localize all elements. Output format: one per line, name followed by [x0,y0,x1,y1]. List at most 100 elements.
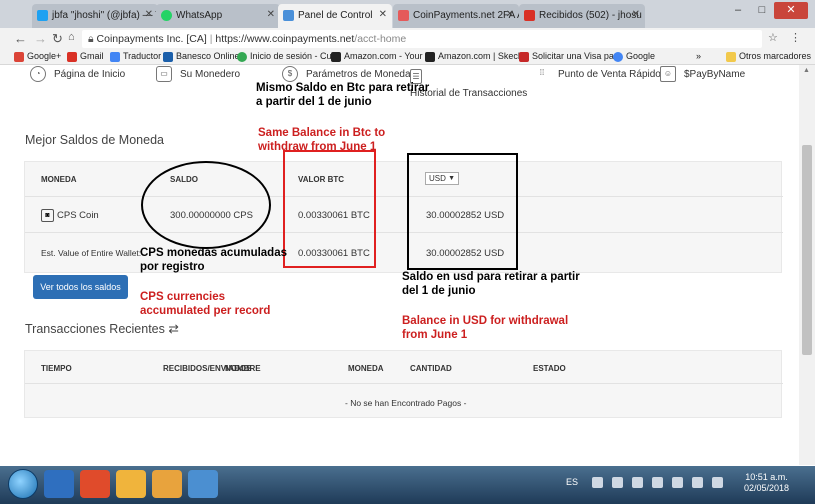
tab-gmail[interactable]: Recibidos (502) - jhosu ✕ [519,4,645,28]
nav-punto-de-venta[interactable]: ⁞⁞ Punto de Venta Rápido [540,68,661,80]
highlight-usd-box [407,153,518,270]
bookmark-otros-marcadores[interactable]: Otros marcadores [726,51,811,62]
highlight-btc-box [283,150,376,268]
col-moneda: MONEDA [41,175,77,184]
address-bar: ← → ↻ ⌂ 🔒︎ Coinpayments Inc. [CA] | http… [0,28,815,50]
amazon-icon [425,52,435,62]
url-host: https://www.coinpayments.net [215,33,355,45]
screen: jbfa "jhoshi" (@jbfa) — T ✕ WhatsApp ✕ P… [0,0,815,504]
cell-wallet-label: Est. Value of Entire Wallet: [41,248,142,258]
network-icon[interactable] [672,477,683,488]
battery-icon[interactable] [712,477,723,488]
col-cantidad: CANTIDAD [410,364,452,373]
highlight-cps-ellipse [141,161,271,249]
nav-su-monedero[interactable]: ▭ Su Monedero [156,66,240,82]
vertical-scrollbar[interactable]: ▲ [799,65,815,465]
tab-label: jbfa "jhoshi" (@jbfa) — T [52,10,158,21]
wallet-icon: ▭ [156,66,172,82]
bookmark-gmail[interactable]: Gmail [67,51,104,62]
lock-icon: 🔒︎ [88,33,94,45]
dashboard-icon: ◔ [30,66,46,82]
taskbar-app-chrome[interactable] [80,470,110,498]
nav-paybyname[interactable]: ☺ $PayByName [660,66,745,82]
bookmark-amazon-1[interactable]: Amazon.com - Your [331,51,423,62]
nav-pagina-de-inicio[interactable]: ◔ Página de Inicio [30,66,125,82]
row-divider [25,383,783,384]
tray-icon[interactable] [612,477,623,488]
bookmark-banesco[interactable]: Banesco Online [163,51,240,62]
bookmark-amazon-2[interactable]: Amazon.com | Skech [425,51,523,62]
volume-icon[interactable] [692,477,703,488]
coinpayments-icon [398,10,409,21]
clock-date: 02/05/2018 [743,483,789,493]
start-button[interactable] [8,469,38,499]
tab-whatsapp[interactable]: WhatsApp ✕ [156,4,280,28]
empty-state-text: - No se han Encontrado Pagos - [345,398,467,408]
browser-tab-strip: jbfa "jhoshi" (@jbfa) — T ✕ WhatsApp ✕ P… [0,0,815,28]
banesco-icon [163,52,173,62]
menu-icon[interactable]: ⋮ [790,31,801,44]
view-all-balances-button[interactable]: Ver todos los saldos [33,275,128,299]
tab-label: CoinPayments.net 2FA A [413,10,519,21]
cps-coin-icon: ◙ [41,209,54,222]
annotation-usd-es: Saldo en usd para retirar a partir del 1… [402,271,580,297]
close-icon[interactable]: ✕ [379,9,387,20]
home-icon[interactable]: ⌂ [68,31,75,43]
scrollbar-thumb[interactable] [802,145,812,355]
bookmark-inicio-sesion[interactable]: Inicio de sesión - Cu [237,51,332,62]
close-icon[interactable]: ✕ [632,9,640,20]
language-indicator[interactable]: ES [566,477,578,487]
balances-table: MONEDA SALDO VALOR BTC USD ▼ ◙ CPS Coin … [24,161,783,273]
bookmark-visa[interactable]: Solicitar una Visa pa [519,51,614,62]
back-arrow-icon[interactable]: ← [14,31,27,46]
taskbar-app-window[interactable] [188,470,218,498]
tray-icon[interactable] [632,477,643,488]
minimize-button[interactable]: – [726,2,750,19]
nav-parametros-de-moneda[interactable]: $ Parámetros de Moneda [282,66,411,82]
reload-icon[interactable]: ↻ [52,31,63,47]
system-clock[interactable]: 10:51 a.m. 02/05/2018 [744,472,789,494]
coin-settings-icon: $ [282,66,298,82]
col-nombre: NOMBRE [225,364,261,373]
translate-icon [110,52,120,62]
url-input[interactable]: 🔒︎ Coinpayments Inc. [CA] | https://www.… [82,30,762,48]
clock-time: 10:51 a.m. [745,472,788,482]
scroll-up-arrow-icon[interactable]: ▲ [803,67,810,74]
taskbar-app-media[interactable] [152,470,182,498]
tab-twitter[interactable]: jbfa "jhoshi" (@jbfa) — T ✕ [32,4,158,28]
bookmark-traductor[interactable]: Traductor [110,51,161,62]
forward-arrow-icon[interactable]: → [34,31,47,46]
bookmark-google[interactable]: Google [613,51,655,62]
bookmark-star-icon[interactable]: ☆ [768,31,778,44]
bookmark-google-plus[interactable]: Google+ [14,51,61,62]
twitter-icon [37,10,48,21]
whatsapp-icon [161,10,172,21]
tray-icon[interactable] [652,477,663,488]
close-icon[interactable]: ✕ [267,9,275,20]
close-window-button[interactable]: ✕ [774,2,808,19]
taskbar-app-explorer[interactable] [116,470,146,498]
swap-arrows-icon: ⇄ [168,322,179,336]
help-icon[interactable] [592,477,603,488]
url-path: /acct-home [354,33,407,45]
taskbar-app-ie[interactable] [44,470,74,498]
transactions-table: TIEMPO RECIBIDOS/ENVIADOS NOMBRE MONEDA … [24,350,783,418]
close-icon[interactable]: ✕ [145,9,153,20]
url-site-identity: Coinpayments Inc. [CA] [96,33,207,45]
tab-2fa[interactable]: CoinPayments.net 2FA A ✕ [393,4,519,28]
annotation-same-balance-es: Mismo Saldo en Btc para retirar a partir… [256,82,430,108]
bookmarks-overflow-button[interactable]: » [696,51,701,61]
google-icon [613,52,623,62]
gmail-icon [67,52,77,62]
visa-icon [519,52,529,62]
close-icon[interactable]: ✕ [506,9,514,20]
coinpayments-icon [283,10,294,21]
tab-panel-de-control[interactable]: Panel de Control ✕ [278,4,392,28]
row-divider [25,232,783,233]
google-plus-icon [14,52,24,62]
cell-coin: CPS Coin [57,210,99,221]
maximize-button[interactable]: □ [750,2,774,19]
col-moneda: MONEDA [348,364,384,373]
row-divider [25,196,783,197]
annotation-cps-es: CPS monedas acumuladas por registro [140,247,287,273]
